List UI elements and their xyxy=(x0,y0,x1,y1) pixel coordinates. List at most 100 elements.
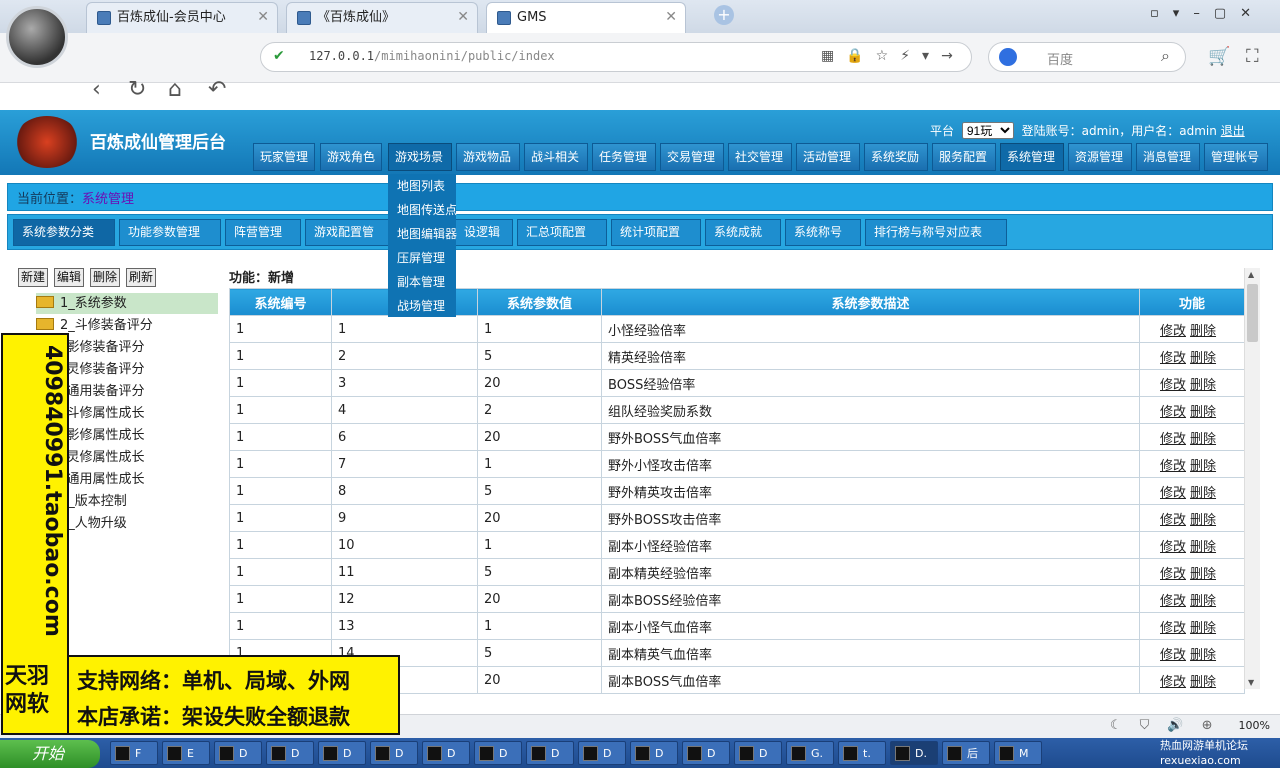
new-button[interactable]: 新建 xyxy=(18,268,49,287)
menu-player[interactable]: 玩家管理 xyxy=(253,143,315,171)
undo-icon[interactable]: ↶ xyxy=(208,77,226,103)
menu-social[interactable]: 社交管理 xyxy=(728,143,792,171)
zoom-level[interactable]: 100% xyxy=(1239,719,1270,732)
menu-task[interactable]: 任务管理 xyxy=(592,143,656,171)
delete-link[interactable]: 删除 xyxy=(1190,675,1216,690)
edit-link[interactable]: 修改 xyxy=(1160,621,1186,636)
menu-battle[interactable]: 战斗相关 xyxy=(524,143,588,171)
edit-link[interactable]: 修改 xyxy=(1160,459,1186,474)
tab-stat-config[interactable]: 统计项配置 xyxy=(611,219,701,246)
taskbar-item[interactable]: D xyxy=(682,741,730,765)
delete-link[interactable]: 删除 xyxy=(1190,540,1216,555)
menu-message[interactable]: 消息管理 xyxy=(1136,143,1200,171)
cart-icon[interactable]: 🛒 xyxy=(1208,46,1230,67)
menu-admin-account[interactable]: 管理帐号 xyxy=(1204,143,1268,171)
dropdown-item-teleport[interactable]: 地图传送点 xyxy=(388,198,457,222)
taskbar-item[interactable]: M xyxy=(994,741,1042,765)
taskbar-item[interactable]: G. xyxy=(786,741,834,765)
delete-link[interactable]: 删除 xyxy=(1190,432,1216,447)
dropdown-item-screen[interactable]: 压屏管理 xyxy=(388,246,456,270)
vertical-scrollbar[interactable]: ▲ ▼ xyxy=(1244,268,1260,689)
logout-link[interactable]: 退出 xyxy=(1221,124,1245,138)
reload-icon[interactable]: ↻ xyxy=(128,77,146,103)
tab-system-param-category[interactable]: 系统参数分类 xyxy=(13,219,115,246)
taskbar-item[interactable]: D xyxy=(734,741,782,765)
delete-link[interactable]: 删除 xyxy=(1190,378,1216,393)
menu-items[interactable]: 游戏物品 xyxy=(456,143,520,171)
delete-link[interactable]: 删除 xyxy=(1190,621,1216,636)
menu-activity[interactable]: 活动管理 xyxy=(796,143,860,171)
delete-link[interactable]: 删除 xyxy=(1190,324,1216,339)
edit-link[interactable]: 修改 xyxy=(1160,486,1186,501)
taskbar-item[interactable]: t. xyxy=(838,741,886,765)
edit-link[interactable]: 修改 xyxy=(1160,324,1186,339)
menu-scene[interactable]: 游戏场景 xyxy=(388,143,452,171)
tab-rank-title-map[interactable]: 排行榜与称号对应表 xyxy=(865,219,1007,246)
dropdown-item-dungeon[interactable]: 副本管理 xyxy=(388,270,456,294)
scrollbar-thumb[interactable] xyxy=(1247,284,1258,342)
close-icon[interactable]: ✕ xyxy=(457,3,469,32)
taskbar-item[interactable]: D xyxy=(266,741,314,765)
tab-logic[interactable]: 设逻辑 xyxy=(455,219,513,246)
taskbar-item[interactable]: F xyxy=(110,741,158,765)
address-bar[interactable]: ✔ 127.0.0.1/mimihaonini/public/index ▦🔒☆… xyxy=(260,42,972,72)
tab-function-param[interactable]: 功能参数管理 xyxy=(119,219,221,246)
breadcrumb-current[interactable]: 系统管理 xyxy=(82,192,134,207)
edit-link[interactable]: 修改 xyxy=(1160,378,1186,393)
address-actions-icons[interactable]: ▦🔒☆⚡▾→ xyxy=(821,48,965,64)
delete-link[interactable]: 删除 xyxy=(1190,405,1216,420)
delete-link[interactable]: 删除 xyxy=(1190,513,1216,528)
menu-reward[interactable]: 系统奖励 xyxy=(864,143,928,171)
delete-link[interactable]: 删除 xyxy=(1190,459,1216,474)
taskbar-item[interactable]: D xyxy=(318,741,366,765)
taskbar-item[interactable]: D xyxy=(422,741,470,765)
window-controls[interactable]: ▫▾–▢✕ xyxy=(1150,6,1265,21)
edit-link[interactable]: 修改 xyxy=(1160,405,1186,420)
status-icons[interactable]: ☾⛉🔊⊕ xyxy=(1110,718,1230,733)
dropdown-item-map-editor[interactable]: 地图编辑器 xyxy=(388,222,457,246)
platform-select[interactable]: 91玩 xyxy=(961,122,1014,139)
tab-camp[interactable]: 阵营管理 xyxy=(225,219,301,246)
home-icon[interactable]: ⌂ xyxy=(168,77,182,103)
menu-server-config[interactable]: 服务配置 xyxy=(932,143,996,171)
delete-link[interactable]: 删除 xyxy=(1190,567,1216,582)
taskbar-item[interactable]: D xyxy=(214,741,262,765)
taskbar-item[interactable]: D. xyxy=(890,741,938,765)
edit-link[interactable]: 修改 xyxy=(1160,513,1186,528)
delete-link[interactable]: 删除 xyxy=(1190,486,1216,501)
close-icon[interactable]: ✕ xyxy=(665,3,677,32)
browser-logo-icon[interactable] xyxy=(6,6,68,68)
search-box[interactable]: 百度 ⌕ xyxy=(988,42,1186,72)
tab-achievement[interactable]: 系统成就 xyxy=(705,219,781,246)
tab-title[interactable]: 系统称号 xyxy=(785,219,861,246)
close-icon[interactable]: ✕ xyxy=(257,3,269,32)
delete-link[interactable]: 删除 xyxy=(1190,351,1216,366)
new-tab-icon[interactable]: + xyxy=(714,5,734,25)
taskbar-item[interactable]: D xyxy=(526,741,574,765)
edit-link[interactable]: 修改 xyxy=(1160,594,1186,609)
search-icon[interactable]: ⌕ xyxy=(1161,46,1170,66)
scroll-up-icon[interactable]: ▲ xyxy=(1248,270,1254,279)
scroll-down-icon[interactable]: ▼ xyxy=(1248,678,1254,687)
edit-link[interactable]: 修改 xyxy=(1160,648,1186,663)
dropdown-item-battlefield[interactable]: 战场管理 xyxy=(388,294,456,318)
taskbar-item[interactable]: E xyxy=(162,741,210,765)
delete-link[interactable]: 删除 xyxy=(1190,648,1216,663)
tree-node[interactable]: 1_系统参数 xyxy=(36,293,218,314)
edit-button[interactable]: 编辑 xyxy=(54,268,85,287)
dropdown-item-map-list[interactable]: 地图列表 xyxy=(388,174,456,198)
refresh-button[interactable]: 刷新 xyxy=(126,268,157,287)
taskbar-item[interactable]: D xyxy=(370,741,418,765)
delete-link[interactable]: 删除 xyxy=(1190,594,1216,609)
back-icon[interactable]: ‹ xyxy=(92,77,101,103)
delete-button[interactable]: 删除 xyxy=(90,268,121,287)
menu-role[interactable]: 游戏角色 xyxy=(320,143,382,171)
menu-resource[interactable]: 资源管理 xyxy=(1068,143,1132,171)
browser-tab-gms[interactable]: GMS ✕ xyxy=(486,2,686,33)
browser-tab-member[interactable]: 百炼成仙-会员中心 ✕ xyxy=(86,2,278,33)
start-button[interactable]: 开始 xyxy=(0,740,100,768)
taskbar-item[interactable]: 后 xyxy=(942,741,990,765)
edit-link[interactable]: 修改 xyxy=(1160,351,1186,366)
tab-summary-config[interactable]: 汇总项配置 xyxy=(517,219,607,246)
screenshot-icon[interactable]: ⛶ xyxy=(1246,46,1259,67)
